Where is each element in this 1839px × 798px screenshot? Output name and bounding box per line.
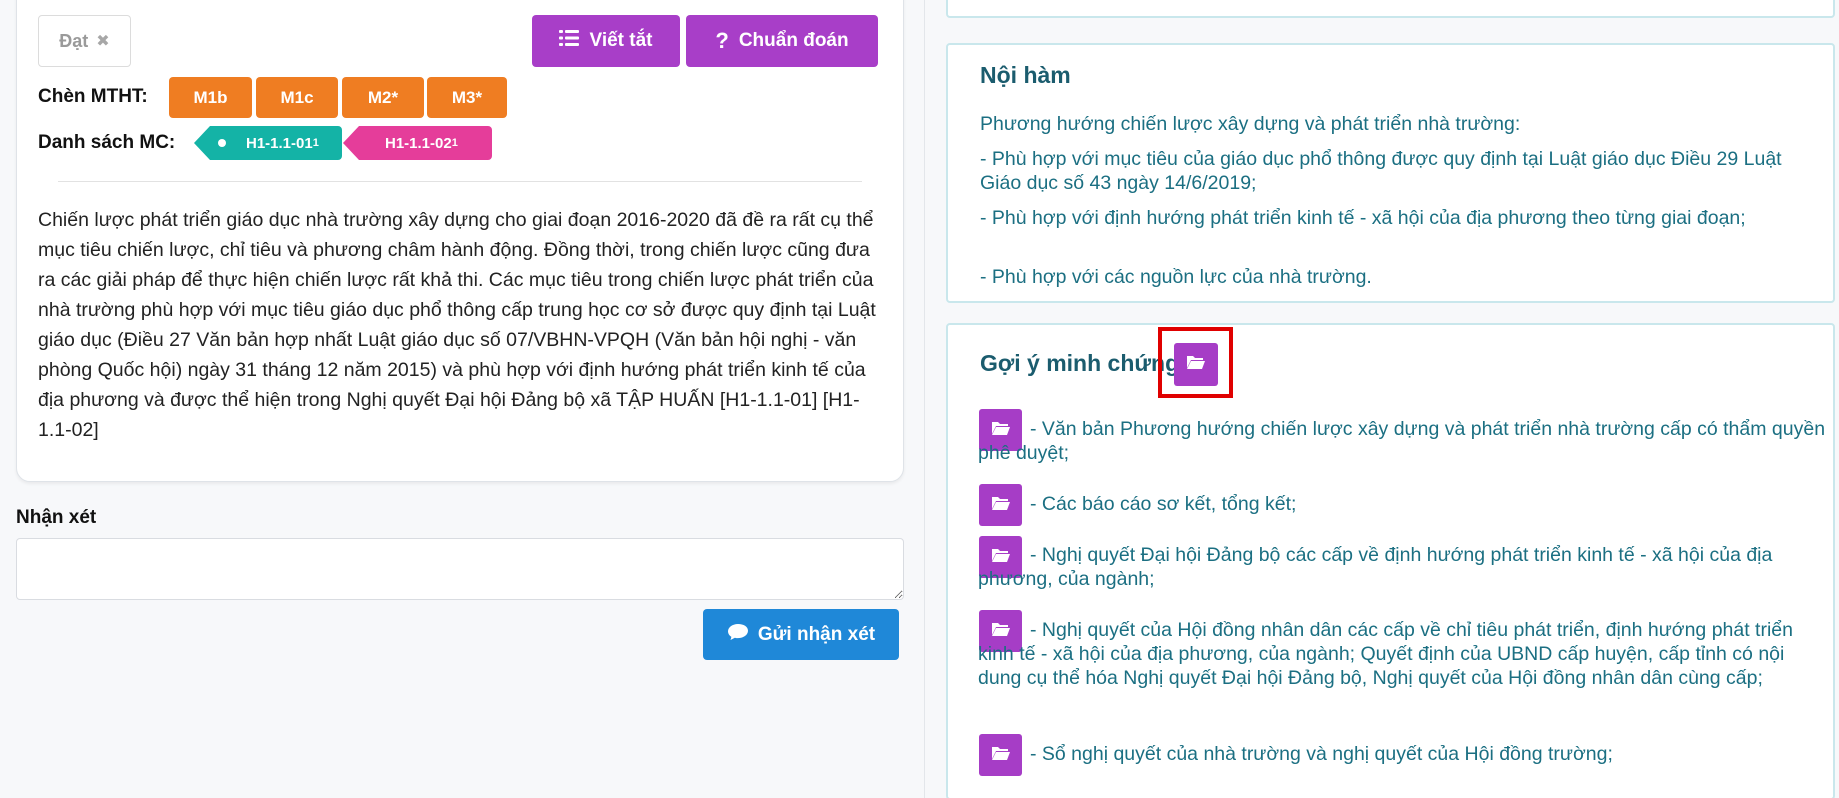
mc-tag-code: H1-1.1-02: [385, 134, 452, 152]
mc-tag-sub: 1: [312, 137, 319, 149]
noi-ham-panel: Nội hàm Phương hướng chiến lược xây dựng…: [946, 43, 1835, 303]
suggestion-item: - Sổ nghị quyết của nhà trường và nghị q…: [978, 742, 1828, 766]
divider: [58, 181, 862, 182]
suggestion-text: - Các báo cáo sơ kết, tổng kết;: [1030, 493, 1297, 515]
suggestion-text: - Văn bản Phương hướng chiến lược xây dự…: [978, 418, 1826, 464]
mtht-m3-button[interactable]: M3*: [427, 77, 507, 118]
goi-y-title: Gợi ý minh chứng: [980, 350, 1180, 376]
mc-tag-sub: 1: [451, 137, 458, 149]
noi-ham-line: Phương hướng chiến lược xây dựng và phát…: [980, 113, 1521, 135]
send-comment-label: Gửi nhận xét: [757, 623, 876, 645]
tag-dot-icon: [218, 139, 226, 147]
comment-textarea[interactable]: [16, 538, 904, 600]
mtht-m1c-button[interactable]: M1c: [256, 77, 338, 118]
suggestion-text: - Sổ nghị quyết của nhà trường và nghị q…: [1030, 743, 1613, 765]
mc-tag[interactable]: H1-1.1-01 1: [194, 126, 342, 160]
abbreviation-label: Viết tắt: [589, 30, 653, 51]
close-icon[interactable]: ✖: [96, 31, 109, 51]
column-divider: [924, 0, 925, 798]
previous-panel: [946, 0, 1835, 18]
mtht-label: Chèn MTHT:: [38, 86, 148, 107]
comment-icon: [727, 623, 749, 647]
open-evidence-folder-button[interactable]: [1174, 343, 1218, 386]
noi-ham-title: Nội hàm: [980, 62, 1071, 88]
mc-tag[interactable]: H1-1.1-02 1: [343, 126, 492, 160]
evaluation-body-text: Chiến lược phát triển giáo dục nhà trườn…: [38, 209, 876, 441]
noi-ham-line: - Phù hợp với các nguồn lực của nhà trườ…: [980, 266, 1372, 288]
mc-tag-code: H1-1.1-01: [246, 134, 313, 152]
suggestion-item: - Nghị quyết Đại hội Đảng bộ các cấp về …: [978, 543, 1828, 591]
suggestion-text: - Nghị quyết Đại hội Đảng bộ các cấp về …: [978, 544, 1773, 590]
noi-ham-line: - Phù hợp với mục tiêu của giáo dục phổ …: [980, 148, 1782, 194]
mtht-m1b-button[interactable]: M1b: [169, 77, 252, 118]
comment-label: Nhận xét: [16, 507, 97, 528]
diagnosis-button[interactable]: ? Chuẩn đoán: [686, 15, 878, 67]
mc-list-label: Danh sách MC:: [38, 132, 176, 153]
suggestion-item: - Văn bản Phương hướng chiến lược xây dự…: [978, 417, 1828, 465]
diagnosis-label: Chuẩn đoán: [738, 30, 849, 51]
question-icon: ?: [715, 28, 729, 53]
list-icon: [559, 29, 580, 53]
status-dat-button[interactable]: Đạt ✖: [38, 15, 131, 67]
folder-open-icon: [1186, 354, 1206, 375]
noi-ham-line: - Phù hợp với định hướng phát triển kinh…: [980, 207, 1746, 229]
suggestion-text: - Nghị quyết của Hội đồng nhân dân các c…: [978, 619, 1793, 689]
send-comment-button[interactable]: Gửi nhận xét: [703, 609, 899, 660]
suggestion-item: - Nghị quyết của Hội đồng nhân dân các c…: [978, 618, 1828, 690]
status-label: Đạt: [59, 30, 89, 51]
suggestion-item: - Các báo cáo sơ kết, tổng kết;: [978, 492, 1828, 516]
mtht-m2-button[interactable]: M2*: [342, 77, 424, 118]
abbreviation-button[interactable]: Viết tắt: [532, 15, 680, 67]
